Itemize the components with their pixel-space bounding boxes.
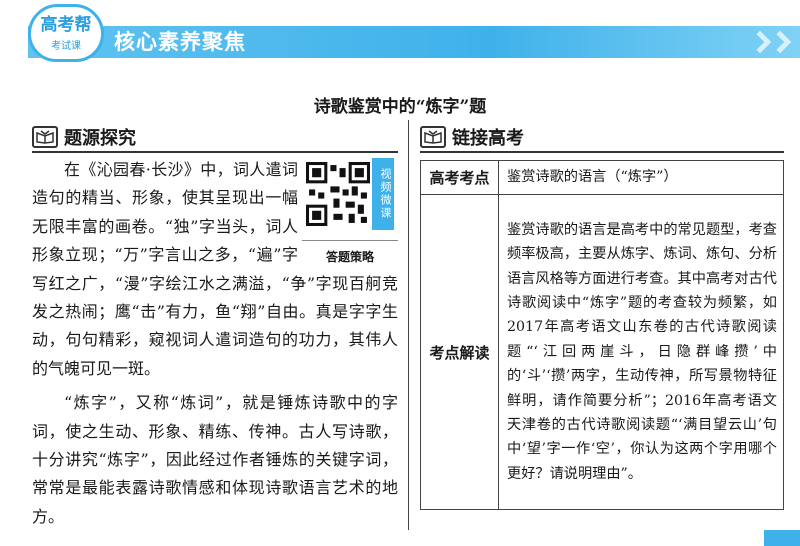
section-book-icon — [32, 126, 58, 148]
header-banner: 高考帮 考试课 核心素养聚焦 — [0, 0, 800, 62]
qr-code-box[interactable]: 视频微课 答题策略 — [302, 158, 398, 268]
section-book-icon — [420, 126, 446, 148]
left-section-rule — [32, 151, 398, 153]
table-label-exam-point: 高考考点 — [420, 160, 499, 195]
left-section-heading: 题源探究 — [64, 128, 136, 149]
video-lesson-tag: 视频微课 — [372, 158, 394, 230]
qr-code-icon[interactable] — [306, 162, 370, 226]
left-column: 视频微课 答题策略 在《沁园春·长沙》中，词人遣词造句的精当、形象，使其呈现出一… — [32, 156, 398, 531]
right-section-heading: 链接高考 — [452, 128, 524, 149]
right-section-header: 链接高考 — [420, 124, 524, 150]
banner-chevrons — [748, 28, 792, 56]
qr-caption: 答题策略 — [302, 240, 398, 271]
table-row: 高考考点 鉴赏诗歌的语言（“炼字”） — [420, 160, 784, 195]
exam-info-table: 高考考点 鉴赏诗歌的语言（“炼字”） 考点解读 鉴赏诗歌的语言是高考中的常见题型… — [420, 160, 784, 510]
brand-subtitle: 考试课 — [51, 40, 81, 52]
column-divider — [408, 120, 409, 530]
brand-name: 高考帮 — [40, 14, 92, 35]
paragraph-2: “炼字”，又称“炼词”，就是锤炼诗歌中的字词，使之生动、形象、精练、传神。古人写… — [32, 393, 398, 526]
brand-badge: 高考帮 考试课 — [28, 4, 104, 62]
table-row: 考点解读 鉴赏诗歌的语言是高考中的常见题型，考查频率极高，主要从炼字、炼词、炼句… — [420, 194, 784, 510]
table-label-interpretation: 考点解读 — [420, 194, 499, 510]
table-value-exam-point: 鉴赏诗歌的语言（“炼字”） — [498, 160, 784, 195]
page-corner-tab — [764, 530, 800, 546]
chevron-right-icon — [768, 30, 792, 54]
banner-title: 核心素养聚焦 — [114, 30, 246, 54]
table-value-interpretation: 鉴赏诗歌的语言是高考中的常见题型，考查频率极高，主要从炼字、炼词、炼句、分析语言… — [498, 194, 784, 510]
right-section-rule — [420, 151, 784, 153]
page-title: 诗歌鉴赏中的“炼字”题 — [313, 97, 487, 117]
left-section-header: 题源探究 — [32, 124, 136, 150]
